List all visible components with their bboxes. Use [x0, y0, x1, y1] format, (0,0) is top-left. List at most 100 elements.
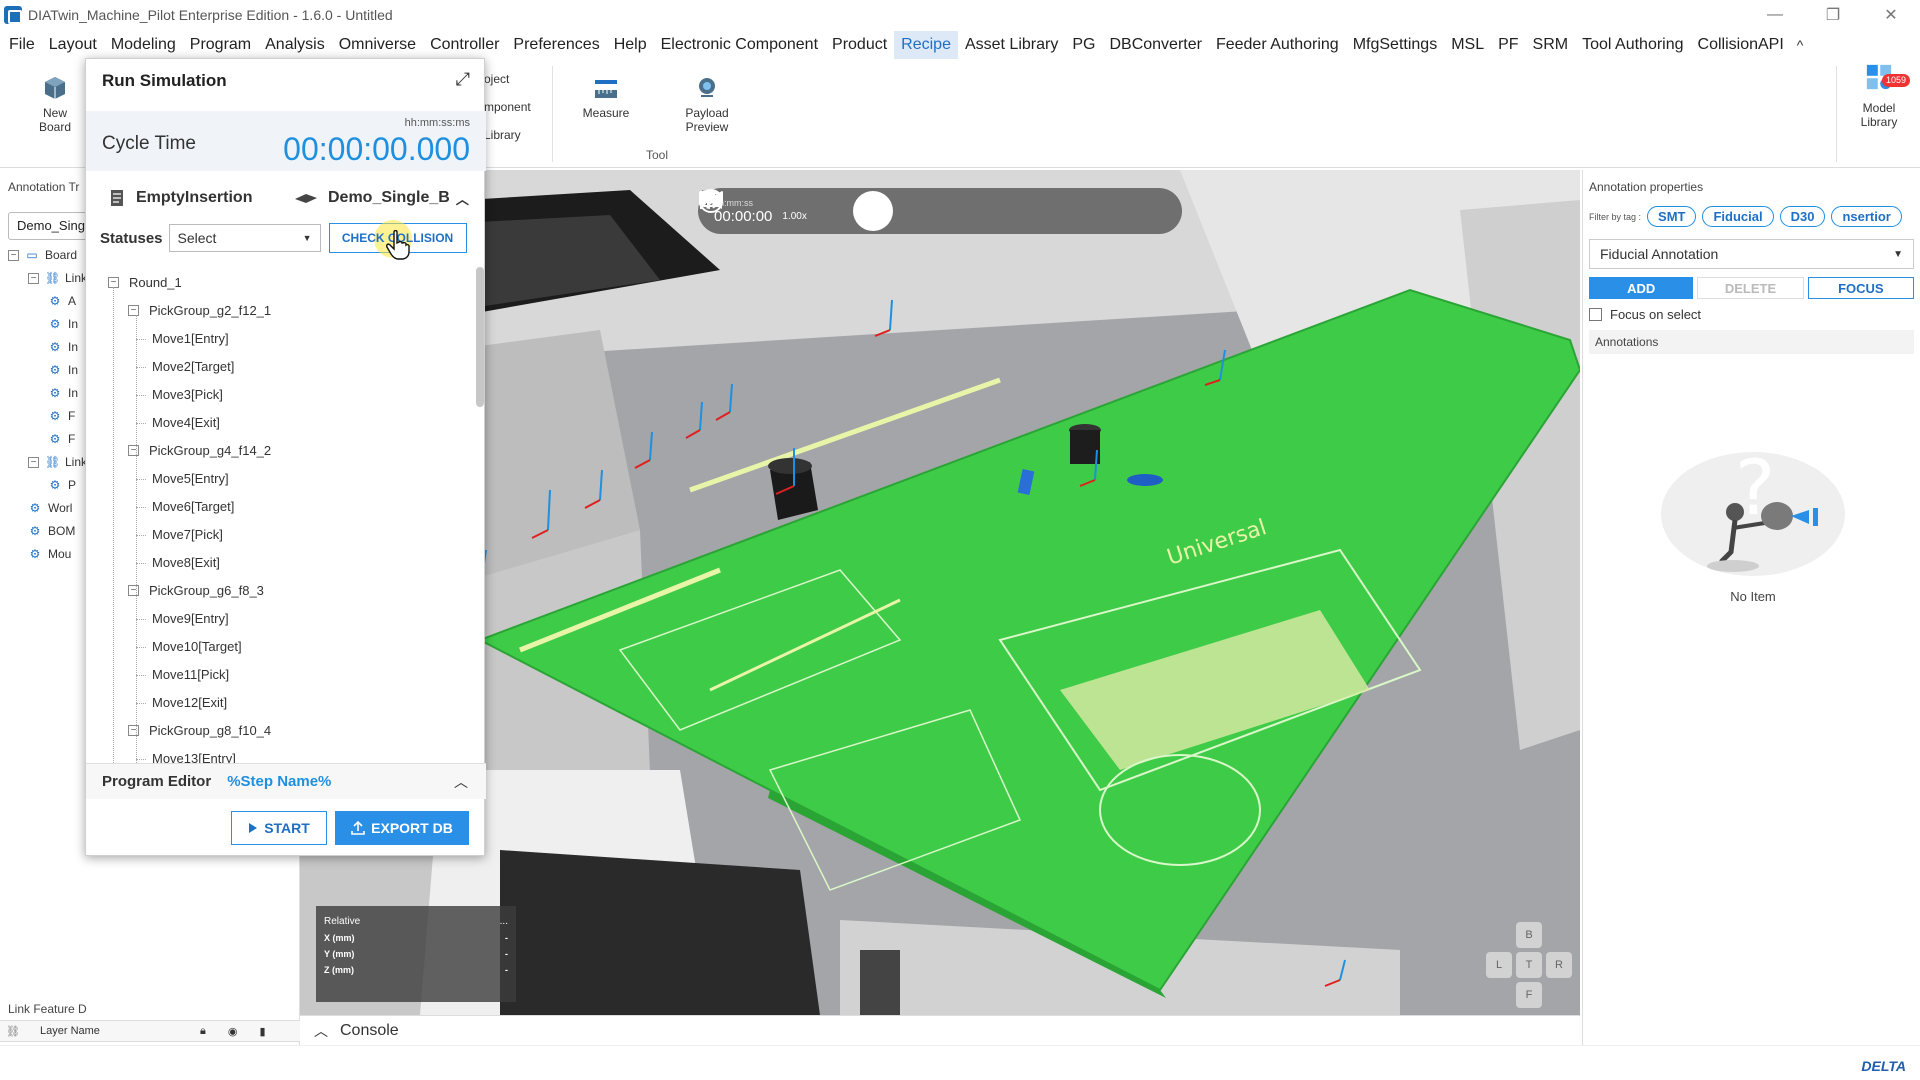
annotation-type-select[interactable]: Fiducial Annotation ▼: [1589, 239, 1914, 269]
move-step-item[interactable]: Move8[Exit]: [152, 555, 220, 570]
checkbox-box[interactable]: [1589, 308, 1602, 321]
menu-item-product[interactable]: Product: [825, 31, 894, 59]
restore-icon[interactable]: ❐: [1804, 0, 1862, 30]
pick-group-item[interactable]: − PickGroup_g4_f14_2: [128, 443, 271, 458]
annotation-tree-item[interactable]: ⚙ BOM: [28, 524, 76, 538]
round-item[interactable]: − Round_1: [108, 275, 182, 290]
add-annotation-button[interactable]: ADD: [1589, 277, 1694, 299]
measure-button[interactable]: Measure: [583, 74, 629, 120]
chevron-up-icon[interactable]: ︿: [454, 772, 468, 792]
annotation-tree-item[interactable]: − ⛓ Link_: [28, 455, 94, 469]
component-label-fragment[interactable]: mponent: [484, 100, 531, 114]
move-step-item[interactable]: Move1[Entry]: [152, 331, 229, 346]
annotation-tree-item[interactable]: ⚙ Worl: [28, 501, 73, 515]
menu-item-asset-library[interactable]: Asset Library: [958, 31, 1065, 59]
minimize-icon[interactable]: —: [1746, 0, 1804, 30]
eye-icon[interactable]: ◉: [228, 1025, 238, 1038]
menu-item-preferences[interactable]: Preferences: [506, 31, 606, 59]
move-step-item[interactable]: Move5[Entry]: [152, 471, 229, 486]
annotation-tree-item[interactable]: ⚙ In: [48, 340, 78, 354]
menu-item-mfgsettings[interactable]: MfgSettings: [1346, 31, 1444, 59]
model-library-button[interactable]: 1059 Model Library: [1854, 60, 1910, 129]
collapse-toggle-icon[interactable]: −: [128, 445, 139, 456]
tag-chip[interactable]: D30: [1779, 206, 1826, 227]
menu-item-collisionapi[interactable]: CollisionAPI: [1691, 31, 1791, 59]
menu-item-recipe[interactable]: Recipe: [894, 31, 958, 59]
new-board-button[interactable]: New Board: [36, 74, 74, 134]
menu-item-controller[interactable]: Controller: [423, 31, 506, 59]
coords-menu-icon[interactable]: ...: [500, 916, 508, 927]
pick-group-item[interactable]: − PickGroup_g2_f12_1: [128, 303, 271, 318]
tag-chip[interactable]: Fiducial: [1702, 206, 1774, 227]
view-right-button[interactable]: R: [1546, 952, 1572, 978]
view-front-button[interactable]: F: [1516, 982, 1542, 1008]
chevron-up-icon[interactable]: ︿: [456, 189, 469, 208]
3d-viewport[interactable]: Universal hh:mm:ss 00:00:00 1.00x Relati…: [300, 170, 1580, 1015]
move-step-item[interactable]: Move10[Target]: [152, 639, 242, 654]
view-left-button[interactable]: L: [1486, 952, 1512, 978]
annotation-tree-item[interactable]: ⚙ Mou: [28, 547, 72, 561]
trash-icon[interactable]: ▮: [259, 1025, 265, 1038]
menu-item-tool-authoring[interactable]: Tool Authoring: [1575, 31, 1690, 59]
collapse-toggle-icon[interactable]: −: [128, 305, 139, 316]
move-step-item[interactable]: Move9[Entry]: [152, 611, 229, 626]
menu-item-layout[interactable]: Layout: [42, 31, 104, 59]
focus-annotation-button[interactable]: FOCUS: [1807, 277, 1914, 299]
annotation-tree-item[interactable]: ⚙ In: [48, 363, 78, 377]
menu-item-feeder-authoring[interactable]: Feeder Authoring: [1209, 31, 1346, 59]
program-editor-bar[interactable]: Program Editor %Step Name% ︿: [86, 763, 486, 799]
collapse-toggle-icon[interactable]: −: [28, 272, 39, 284]
menu-item-analysis[interactable]: Analysis: [258, 31, 332, 59]
move-step-item[interactable]: Move12[Exit]: [152, 695, 227, 710]
close-icon[interactable]: ✕: [1862, 0, 1920, 30]
check-collision-button[interactable]: CHECK COLLISION: [328, 220, 467, 260]
menu-item-srm[interactable]: SRM: [1526, 31, 1576, 59]
library-label-fragment[interactable]: Library: [484, 128, 521, 142]
move-step-item[interactable]: Move13[Entry]: [152, 751, 236, 763]
playback-speed[interactable]: 1.00x: [782, 211, 806, 222]
annotation-tree-item[interactable]: − ▭ Board: [8, 248, 77, 262]
collapse-toggle-icon[interactable]: −: [128, 585, 139, 596]
menu-item-program[interactable]: Program: [183, 31, 258, 59]
annotation-tree-item[interactable]: ⚙ In: [48, 317, 78, 331]
annotation-tree-item[interactable]: ⚙ F: [48, 409, 76, 423]
payload-preview-button[interactable]: Payload Preview: [682, 74, 732, 134]
menu-item-file[interactable]: File: [2, 31, 42, 59]
statuses-select[interactable]: Select ▼: [168, 224, 321, 252]
tag-chip[interactable]: SMT: [1647, 206, 1697, 227]
menu-item-msl[interactable]: MSL: [1444, 31, 1491, 59]
object-label-fragment[interactable]: oject: [484, 72, 509, 86]
annotation-tree-item[interactable]: ⚙ F: [48, 432, 76, 446]
play-icon[interactable]: [702, 190, 893, 231]
move-step-item[interactable]: Move7[Pick]: [152, 527, 223, 542]
collapse-toggle-icon[interactable]: −: [8, 249, 19, 261]
console-bar[interactable]: ︿ Console: [300, 1015, 1580, 1045]
move-step-item[interactable]: Move3[Pick]: [152, 387, 223, 402]
menu-item-pf[interactable]: PF: [1491, 31, 1525, 59]
expand-icon[interactable]: ⤢: [456, 69, 470, 90]
collapse-ribbon-icon[interactable]: ^: [1791, 37, 1810, 53]
lock-icon[interactable]: 🔒︎: [200, 1025, 206, 1038]
tag-chip[interactable]: nsertior: [1831, 206, 1902, 227]
menu-item-modeling[interactable]: Modeling: [104, 31, 183, 59]
move-step-item[interactable]: Move2[Target]: [152, 359, 234, 374]
move-step-item[interactable]: Move11[Pick]: [152, 667, 229, 682]
focus-on-select-checkbox[interactable]: Focus on select: [1589, 307, 1914, 322]
move-step-item[interactable]: Move4[Exit]: [152, 415, 220, 430]
chevron-up-icon[interactable]: ︿: [314, 1021, 328, 1041]
view-back-button[interactable]: B: [1516, 922, 1542, 948]
menu-item-pg[interactable]: PG: [1065, 31, 1102, 59]
pick-group-item[interactable]: − PickGroup_g8_f10_4: [128, 723, 271, 738]
view-top-button[interactable]: T: [1516, 952, 1542, 978]
layer-name-column[interactable]: Layer Name: [40, 1025, 180, 1037]
annotation-tree-item[interactable]: ⚙ P: [48, 478, 76, 492]
collapse-toggle-icon[interactable]: −: [28, 456, 39, 468]
start-button[interactable]: START: [231, 811, 327, 845]
menu-item-dbconverter[interactable]: DBConverter: [1102, 31, 1208, 59]
menu-item-omniverse[interactable]: Omniverse: [332, 31, 423, 59]
move-step-item[interactable]: Move6[Target]: [152, 499, 234, 514]
menu-item-electronic-component[interactable]: Electronic Component: [654, 31, 825, 59]
collapse-toggle-icon[interactable]: −: [128, 725, 139, 736]
pick-group-item[interactable]: − PickGroup_g6_f8_3: [128, 583, 264, 598]
menu-item-help[interactable]: Help: [607, 31, 654, 59]
